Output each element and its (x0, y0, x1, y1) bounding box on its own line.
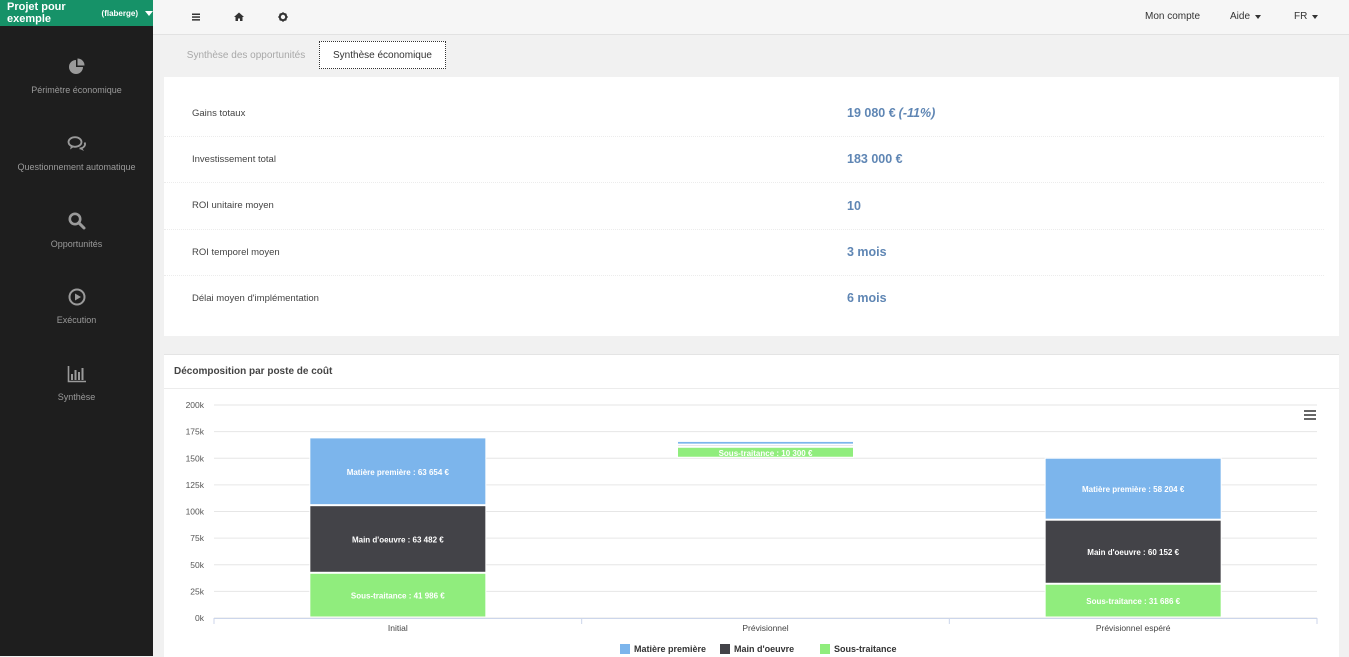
caret-down-icon (1312, 14, 1319, 19)
data-label: Sous-traitance : 31 686 € (1086, 597, 1180, 606)
kpi-value-percent: (-11%) (898, 106, 936, 120)
stacked-bar-chart: 0k 25k 50k 75k 100k 125k 150k 175k 200k Initial So… (186, 400, 1318, 654)
x-tick-label: Prévisionnel espéré (1096, 623, 1171, 633)
data-label: Sous-traitance : 41 986 € (351, 592, 445, 601)
kpi-label: ROI temporel moyen (192, 247, 280, 258)
chart-panel-title: Décomposition par poste de coût (174, 366, 333, 377)
kpi-value: 183 000 € (847, 152, 903, 166)
legend-swatch (620, 644, 630, 654)
y-tick-label: 150k (186, 453, 205, 463)
sidebar-item-perimetre[interactable]: Périmètre économique (0, 57, 153, 95)
chat-bubbles-icon (67, 136, 86, 151)
x-tick-label: Prévisionnel (742, 623, 788, 633)
kpi-value: 10 (847, 199, 861, 213)
y-tick-label: 100k (186, 507, 205, 517)
bar-segment (677, 444, 854, 447)
language-dropdown[interactable]: FR (1294, 11, 1319, 22)
kpi-panel: Gains totaux 19 080 € (-11%) Investisseme… (164, 77, 1339, 336)
account-link[interactable]: Mon compte (1145, 11, 1200, 22)
kpi-label: Délai moyen d'implémentation (192, 293, 319, 304)
kpi-value: 6 mois (847, 291, 887, 305)
data-label: Main d'oeuvre : 63 482 € (352, 535, 444, 544)
project-selector[interactable]: Projet pour exemple (flaberge) (0, 0, 153, 26)
data-label: Main d'oeuvre : 60 152 € (1087, 548, 1179, 557)
kpi-row-investissement: Investissement total 183 000 € (164, 136, 1324, 183)
tab-synthese-opportunites[interactable]: Synthèse des opportunités (178, 41, 314, 69)
play-circle-icon (68, 288, 85, 306)
y-tick-label: 175k (186, 427, 205, 437)
pie-chart-icon (68, 58, 84, 74)
sidebar-item-execution[interactable]: Exécution (0, 287, 153, 325)
legend-label: Matière première (634, 644, 706, 654)
tab-label: Synthèse des opportunités (186, 49, 306, 61)
kpi-value-amount: 19 080 € (847, 106, 896, 120)
sidebar-item-label: Périmètre économique (31, 85, 122, 95)
help-dropdown[interactable]: Aide (1230, 11, 1262, 22)
project-tag: (flaberge) (101, 8, 138, 18)
caret-down-icon (1255, 14, 1262, 19)
legend-swatch (820, 644, 830, 654)
data-label: Matière première : 63 654 € (347, 468, 450, 477)
kpi-row-roi-temporel: ROI temporel moyen 3 mois (164, 229, 1324, 276)
kpi-row-gains: Gains totaux 19 080 € (-11%) (164, 90, 1324, 137)
sidebar: Projet pour exemple (flaberge) Périmètre… (0, 0, 153, 656)
sidebar-item-label: Synthèse (57, 392, 96, 402)
y-tick-label: 75k (190, 533, 204, 543)
x-tick-label: Initial (388, 623, 408, 633)
home-icon[interactable] (232, 10, 246, 24)
sidebar-item-label: Questionnement automatique (17, 162, 136, 172)
legend-label: Sous-traitance (834, 644, 897, 654)
legend-swatch (720, 644, 730, 654)
sidebar-item-synthese[interactable]: Synthèse (0, 364, 153, 402)
kpi-value: 19 080 € (-11%) (847, 106, 935, 120)
account-label: Mon compte (1145, 11, 1201, 22)
kpi-row-roi-unitaire: ROI unitaire moyen 10 (164, 183, 1324, 230)
help-label: Aide (1230, 11, 1251, 22)
y-tick-label: 50k (190, 560, 204, 570)
sidebar-item-label: Exécution (56, 315, 97, 325)
kpi-value: 3 mois (847, 245, 887, 259)
y-tick-label: 0k (195, 613, 205, 623)
tab-synthese-economique[interactable]: Synthèse économique (319, 41, 446, 69)
bar-chart-icon (67, 366, 86, 383)
kpi-row-delai: Délai moyen d'implémentation 6 mois (164, 275, 1324, 321)
hamburger-menu-icon[interactable] (189, 10, 203, 24)
legend-label: Main d'oeuvre (734, 644, 794, 654)
kpi-label: ROI unitaire moyen (192, 200, 274, 211)
language-label: FR (1294, 11, 1308, 22)
chart-panel: Décomposition par poste de coût 0k 25k 50k… (164, 354, 1339, 657)
y-tick-label: 200k (186, 400, 205, 410)
sidebar-item-questionnement[interactable]: Questionnement automatique (0, 134, 153, 172)
top-bar: Mon compte Aide FR (153, 0, 1349, 35)
sidebar-item-opportunites[interactable]: Opportunités (0, 211, 153, 249)
tab-label: Synthèse économique (333, 49, 432, 61)
caret-down-icon (145, 10, 153, 16)
data-label: Matière première : 58 204 € (1082, 485, 1185, 494)
bar-segment (677, 440, 854, 445)
sidebar-item-label: Opportunités (50, 239, 103, 249)
y-tick-label: 125k (186, 480, 205, 490)
kpi-label: Investissement total (192, 154, 276, 165)
y-tick-label: 25k (190, 586, 204, 596)
search-icon (68, 212, 85, 230)
gear-icon[interactable] (276, 10, 290, 24)
project-name: Projet pour exemple (7, 1, 66, 25)
kpi-label: Gains totaux (192, 108, 246, 119)
data-label: Sous-traitance : 10 300 € (719, 449, 813, 458)
